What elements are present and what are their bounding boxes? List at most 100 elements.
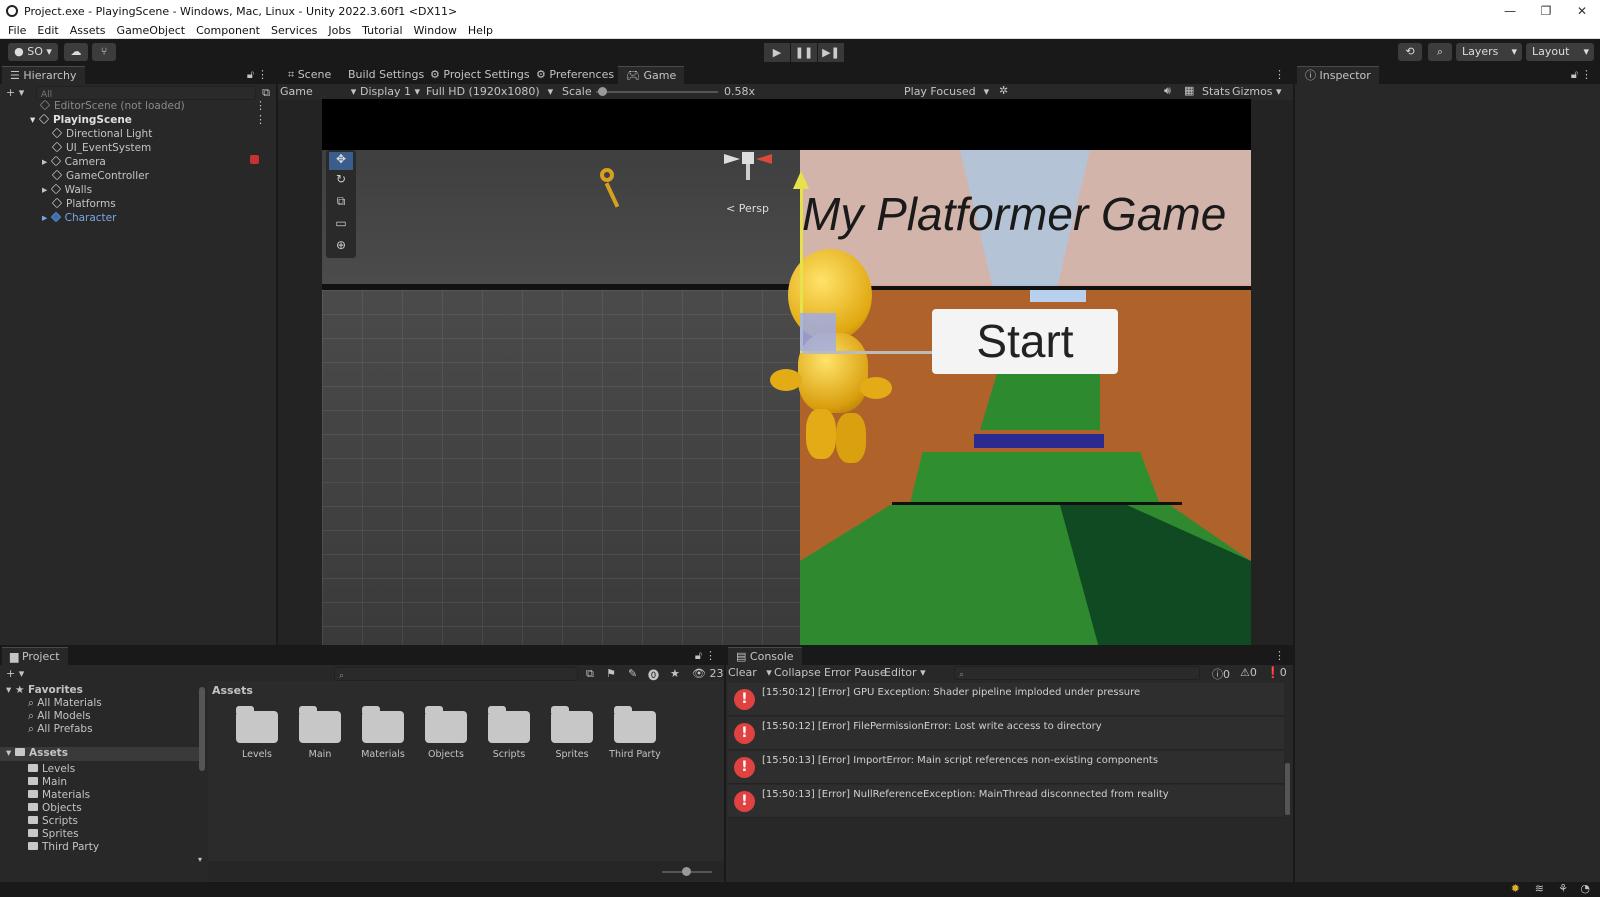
scale-slider-handle[interactable] — [598, 87, 607, 96]
menu-window[interactable]: Window — [414, 24, 457, 37]
hierarchy-item-character[interactable]: ▸ Character — [42, 211, 116, 225]
clear-dropdown[interactable]: Clear ▾ — [728, 666, 772, 679]
resolution-dropdown[interactable]: Full HD (1920x1080) ▾ — [426, 85, 553, 98]
tab-project-settings[interactable]: ⚙ Project Settings — [422, 66, 538, 84]
hierarchy-item-playingscene[interactable]: ▾ PlayingScene — [30, 113, 132, 127]
tree-folder-levels[interactable]: Levels — [28, 763, 75, 775]
menu-services[interactable]: Services — [271, 24, 317, 37]
hierarchy-item-gamecontroller[interactable]: GameController — [51, 169, 149, 183]
tree-folder-third-party[interactable]: Third Party — [28, 841, 99, 853]
layers-dropdown[interactable]: Layers ▾ — [1456, 43, 1522, 61]
more-icon[interactable]: ⋮ — [705, 649, 716, 662]
game-mode-dropdown[interactable]: Game ▾ — [280, 85, 356, 98]
stats-grid-icon[interactable]: ▦ — [1184, 84, 1194, 97]
editor-dropdown[interactable]: Editor ▾ — [884, 666, 926, 679]
favorite-all-prefabs[interactable]: ⌕ All Prefabs — [28, 723, 93, 736]
scale-slider[interactable] — [596, 87, 718, 96]
persp-label[interactable]: < Persp — [726, 202, 769, 215]
collapse-button[interactable]: Collapse — [774, 666, 821, 679]
hierarchy-search-input[interactable]: All — [36, 86, 256, 100]
favorite-star-icon[interactable]: ★ — [670, 667, 680, 680]
tree-folder-materials[interactable]: Materials — [28, 789, 90, 801]
progress-icon[interactable]: ◔ — [1580, 882, 1590, 895]
move-gizmo-plane-handle[interactable] — [800, 313, 836, 351]
console-scrollbar[interactable] — [1285, 763, 1290, 815]
hierarchy-item-camera[interactable]: ▸ Camera — [42, 155, 106, 169]
favorite-all-models[interactable]: ⌕ All Models — [28, 710, 91, 723]
search-by-type-icon[interactable]: ⧉ — [586, 667, 594, 681]
lock-icon[interactable]: 🔓︎ — [1571, 68, 1578, 82]
menu-tutorial[interactable]: Tutorial — [362, 24, 402, 37]
stats-button[interactable]: Stats — [1202, 85, 1230, 98]
hierarchy-item-walls[interactable]: ▸ Walls — [42, 183, 92, 197]
tree-folder-main[interactable]: Main — [28, 776, 67, 788]
hierarchy-item-directional-light[interactable]: Directional Light — [51, 127, 152, 141]
more-icon[interactable]: ⋮ — [1581, 68, 1592, 81]
tree-folder-sprites[interactable]: Sprites — [28, 828, 79, 840]
scale-tool-icon[interactable]: ⧉ — [329, 194, 353, 212]
version-control-icon[interactable]: ⑂ — [92, 43, 116, 61]
game-viewport[interactable]: ✥ ↻ ⧉ ▭ ⊕ < Persp My Platformer Game Sta… — [322, 99, 1251, 645]
audio-icon[interactable]: 🔊︎ — [1164, 84, 1171, 98]
gizmos-dropdown[interactable]: Gizmos ▾ — [1232, 85, 1282, 98]
add-button[interactable]: + ▾ — [6, 86, 24, 99]
tab-console[interactable]: ▤ Console — [728, 647, 802, 665]
asset-breadcrumb[interactable]: Assets — [212, 684, 253, 697]
hierarchy-item-platforms[interactable]: Platforms — [51, 197, 116, 211]
menu-help[interactable]: Help — [468, 24, 493, 37]
tab-game[interactable]: 🎮︎ Game — [618, 66, 685, 84]
warning-filter-button[interactable]: ⚠0 — [1240, 666, 1257, 679]
network-icon[interactable]: ≋ — [1535, 882, 1544, 895]
close-button[interactable]: ✕ — [1564, 0, 1600, 22]
console-search-input[interactable]: ⌕ — [954, 666, 1200, 680]
console-row[interactable]: ! [15:50:12] [Error] FilePermissionError… — [728, 717, 1284, 750]
bug-icon[interactable]: ✲ — [999, 84, 1008, 97]
tab-inspector[interactable]: ⓘ Inspector — [1297, 66, 1379, 84]
tab-build-settings[interactable]: Build Settings — [340, 66, 432, 84]
more-icon[interactable]: ⋮ — [1274, 68, 1285, 81]
tag-icon[interactable]: ✎ — [628, 667, 637, 680]
console-row[interactable]: ! [15:50:13] [Error] ImportError: Main s… — [728, 751, 1284, 784]
transform-tool-icon[interactable]: ⊕ — [329, 238, 353, 256]
lock-icon[interactable]: 🔓︎ — [247, 68, 254, 82]
tree-folder-objects[interactable]: Objects — [28, 802, 82, 814]
minimize-button[interactable]: — — [1492, 0, 1528, 22]
log-filter-button[interactable]: ⓘ0 — [1212, 666, 1230, 682]
account-button[interactable]: ● SO ▾ — [8, 43, 58, 61]
error-filter-button[interactable]: ❗0 — [1266, 666, 1287, 679]
play-button[interactable]: ▶ — [764, 43, 790, 62]
search-icon[interactable]: ⌕ — [1428, 43, 1452, 61]
lighting-icon[interactable]: ✹ — [1511, 882, 1520, 895]
menu-component[interactable]: Component — [196, 24, 260, 37]
layout-dropdown[interactable]: Layout ▾ — [1526, 43, 1594, 61]
console-row[interactable]: ! [15:50:12] [Error] GPU Exception: Shad… — [728, 683, 1284, 716]
favorites-header[interactable]: ▾ ★ Favorites — [6, 684, 83, 696]
character-model[interactable] — [770, 249, 892, 479]
pause-button[interactable]: ❚❚ — [791, 43, 817, 62]
move-gizmo-x-axis[interactable] — [802, 351, 952, 354]
history-icon[interactable]: ⟲ — [1398, 43, 1422, 61]
assets-header[interactable]: ▾ Assets — [0, 747, 200, 761]
step-button[interactable]: ▶❚ — [818, 43, 844, 62]
more-icon[interactable]: ⋮ — [255, 113, 266, 126]
menu-edit[interactable]: Edit — [37, 24, 58, 37]
display-dropdown[interactable]: Display 1 ▾ — [360, 85, 420, 98]
tab-preferences[interactable]: ⚙ Preferences — [528, 66, 622, 84]
rotate-tool-icon[interactable]: ↻ — [329, 172, 353, 190]
cloud-icon[interactable]: ☁ — [64, 43, 88, 61]
tree-folder-scripts[interactable]: Scripts — [28, 815, 78, 827]
scene-orientation-gizmo[interactable] — [722, 150, 782, 182]
more-icon[interactable]: ⋮ — [257, 68, 268, 81]
play-mode-dropdown[interactable]: Play Focused ▾ — [904, 85, 989, 98]
tab-project[interactable]: ▆ Project — [2, 647, 68, 665]
hierarchy-item-editorscene[interactable]: EditorScene (not loaded) — [39, 99, 185, 113]
more-icon[interactable]: ⋮ — [255, 99, 266, 112]
hierarchy-item-ui-eventsystem[interactable]: UI_EventSystem — [51, 141, 151, 155]
search-by-label-icon[interactable]: ⚑ — [606, 667, 616, 680]
scroll-down-icon[interactable]: ▾ — [198, 855, 202, 864]
restore-button[interactable]: ❐ — [1528, 0, 1564, 22]
start-button[interactable]: Start — [932, 309, 1118, 374]
console-row[interactable]: ! [15:50:13] [Error] NullReferenceExcept… — [728, 785, 1284, 818]
tree-scrollbar[interactable] — [199, 687, 205, 771]
more-icon[interactable]: ⋮ — [1274, 649, 1285, 662]
